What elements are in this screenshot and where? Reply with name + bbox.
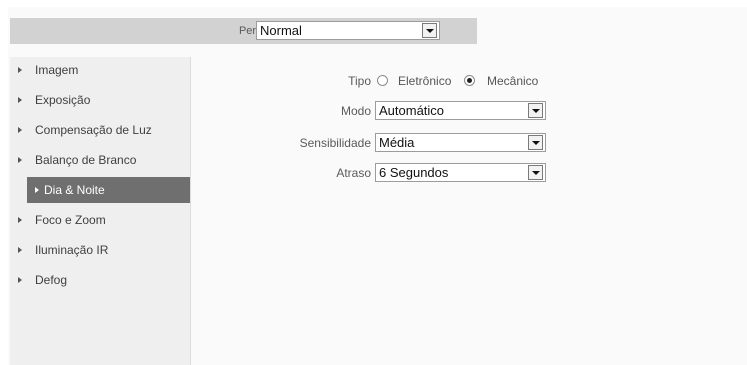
radio-eletronico[interactable]	[377, 75, 388, 86]
sidebar-item-label: Balanço de Branco	[35, 153, 137, 167]
atraso-select[interactable]: 6 Segundos	[375, 163, 546, 182]
tipo-label: Tipo	[348, 74, 371, 88]
sidebar-item-compensacao-de-luz[interactable]: Compensação de Luz	[18, 117, 190, 143]
top-band	[8, 0, 747, 7]
sidebar: Imagem Exposição Compensação de Luz Bala…	[10, 57, 191, 365]
sidebar-item-dia-e-noite[interactable]: Dia & Noite	[27, 177, 190, 203]
radio-eletronico-label: Eletrônico	[398, 74, 452, 88]
caret-right-icon	[18, 157, 22, 163]
radio-mecanico[interactable]	[464, 75, 475, 86]
chevron-down-icon[interactable]	[528, 135, 543, 150]
caret-right-icon	[18, 67, 22, 73]
profile-select[interactable]: Normal	[256, 21, 440, 40]
sidebar-item-iluminacao-ir[interactable]: Iluminação IR	[18, 237, 190, 263]
caret-right-icon	[35, 187, 39, 193]
sidebar-item-label: Foco e Zoom	[35, 213, 106, 227]
sensibilidade-select-value: Média	[379, 135, 415, 150]
sensibilidade-select[interactable]: Média	[375, 133, 546, 152]
caret-right-icon	[18, 247, 22, 253]
sidebar-item-balanco-de-branco[interactable]: Balanço de Branco	[18, 147, 190, 173]
sidebar-item-imagem[interactable]: Imagem	[18, 57, 190, 83]
chevron-down-icon[interactable]	[528, 103, 543, 118]
sidebar-item-label: Defog	[35, 273, 68, 287]
sidebar-item-label: Dia & Noite	[44, 183, 105, 197]
modo-label: Modo	[340, 104, 371, 118]
sidebar-item-label: Iluminação IR	[35, 243, 109, 257]
sidebar-item-foco-e-zoom[interactable]: Foco e Zoom	[18, 207, 190, 233]
caret-right-icon	[18, 127, 22, 133]
sidebar-item-label: Imagem	[35, 63, 79, 77]
atraso-select-value: 6 Segundos	[379, 165, 449, 180]
caret-right-icon	[18, 277, 22, 283]
sidebar-item-label: Exposição	[35, 93, 91, 107]
modo-select[interactable]: Automático	[375, 101, 546, 120]
sidebar-item-defog[interactable]: Defog	[18, 267, 190, 293]
radio-mecanico-label: Mecânico	[487, 74, 539, 88]
chevron-down-icon[interactable]	[422, 23, 437, 38]
sidebar-item-label: Compensação de Luz	[35, 123, 152, 137]
atraso-label: Atraso	[336, 166, 371, 180]
caret-right-icon	[18, 217, 22, 223]
modo-select-value: Automático	[379, 103, 445, 118]
profile-select-value: Normal	[260, 23, 302, 38]
sensibilidade-label: Sensibilidade	[299, 136, 371, 150]
chevron-down-icon[interactable]	[528, 165, 543, 180]
caret-right-icon	[18, 97, 22, 103]
sidebar-item-exposicao[interactable]: Exposição	[18, 87, 190, 113]
